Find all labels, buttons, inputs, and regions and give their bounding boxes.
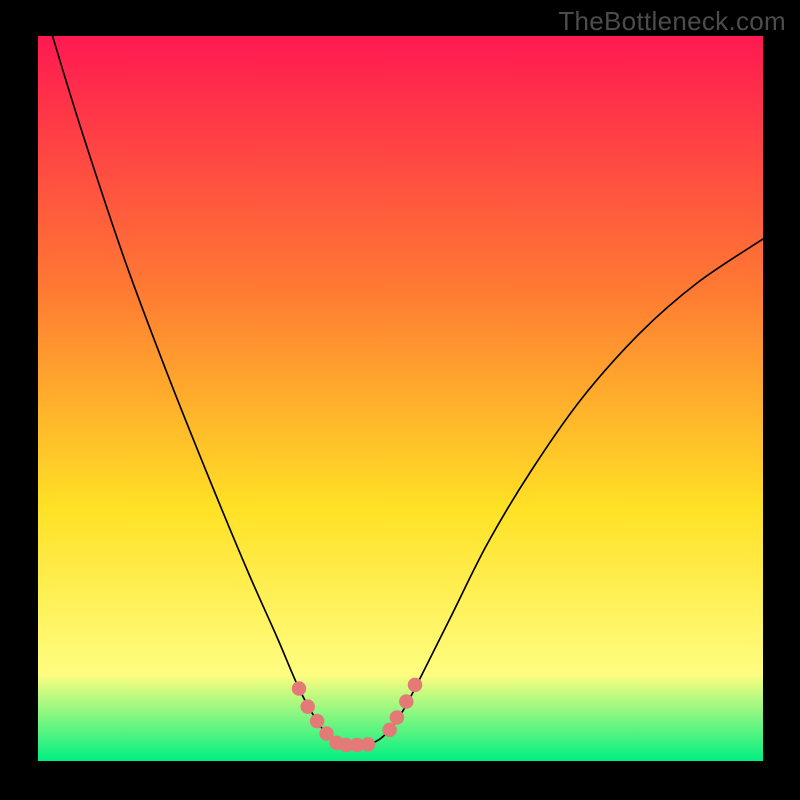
curve-marker bbox=[310, 714, 325, 729]
plot-background bbox=[38, 36, 763, 761]
chart-svg bbox=[38, 36, 763, 761]
curve-marker bbox=[382, 723, 397, 738]
curve-marker bbox=[361, 737, 376, 752]
watermark-text: TheBottleneck.com bbox=[558, 6, 786, 37]
chart-frame: TheBottleneck.com bbox=[0, 0, 800, 800]
plot-area bbox=[38, 36, 763, 761]
curve-marker bbox=[300, 699, 315, 714]
curve-marker bbox=[390, 710, 405, 725]
curve-marker bbox=[408, 678, 423, 693]
curve-marker bbox=[292, 681, 307, 696]
curve-marker bbox=[399, 694, 414, 709]
